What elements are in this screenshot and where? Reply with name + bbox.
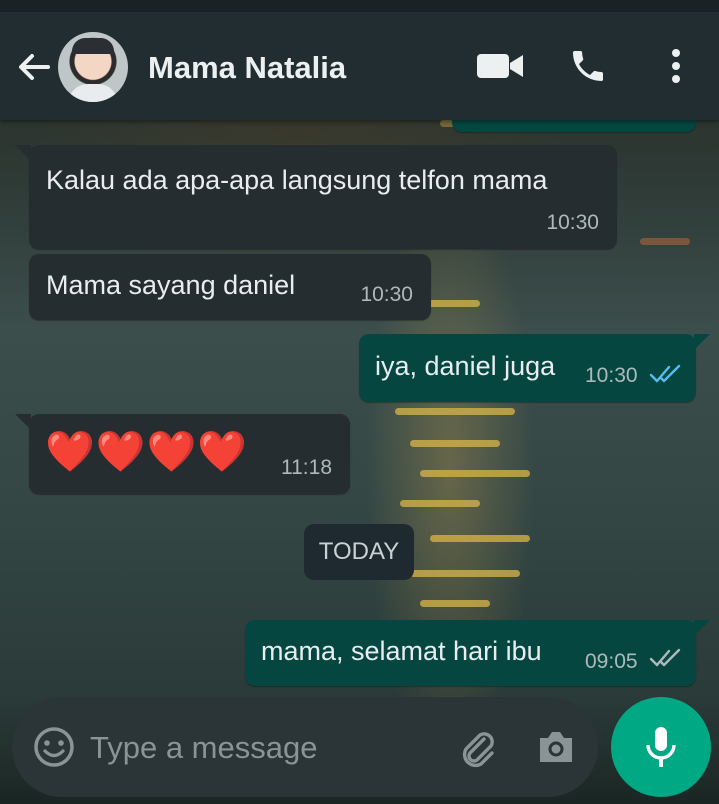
back-arrow-icon[interactable] bbox=[14, 47, 54, 87]
chat-header: Mama Natalia bbox=[0, 12, 719, 120]
mic-icon bbox=[646, 727, 676, 767]
message-time: 11:18 bbox=[281, 456, 332, 479]
emoji-icon[interactable] bbox=[32, 725, 76, 769]
message-bubble-incoming[interactable]: ❤️❤️❤️❤️ 11:18 bbox=[15, 414, 350, 494]
avatar[interactable] bbox=[58, 32, 128, 102]
message-time: 10:30 bbox=[546, 211, 599, 234]
camera-icon[interactable] bbox=[534, 725, 578, 769]
message-text: iya, daniel juga bbox=[375, 351, 556, 381]
message-text: ❤️❤️❤️❤️ bbox=[45, 430, 249, 474]
message-bubble-outgoing[interactable]: iya, daniel juga 10:30 bbox=[359, 334, 710, 402]
message-bubble-incoming[interactable]: Mama sayang daniel 10:30 bbox=[29, 254, 431, 320]
more-options-icon[interactable] bbox=[650, 44, 702, 88]
date-separator: TODAY bbox=[304, 524, 414, 580]
message-bubble-incoming[interactable]: Kalau ada apa-apa langsung telfon mama 1… bbox=[15, 145, 617, 249]
message-time: 09:05 bbox=[585, 650, 638, 673]
message-text: Mama sayang daniel bbox=[46, 270, 296, 300]
video-call-icon[interactable] bbox=[474, 44, 526, 88]
message-text: mama, selamat hari ibu bbox=[261, 636, 542, 666]
message-input[interactable] bbox=[88, 719, 432, 777]
message-composer bbox=[12, 697, 598, 797]
status-bar bbox=[0, 0, 719, 12]
phone-icon[interactable] bbox=[562, 44, 614, 88]
message-bubble-outgoing[interactable]: mama, selamat hari ibu 09:05 bbox=[245, 620, 710, 686]
mic-button[interactable] bbox=[611, 697, 711, 797]
message-time: 10:30 bbox=[360, 283, 413, 306]
delivered-receipt-icon bbox=[649, 648, 681, 667]
contact-name[interactable]: Mama Natalia bbox=[148, 50, 346, 86]
message-text: Kalau ada apa-apa langsung telfon mama bbox=[46, 165, 548, 195]
message-time: 10:30 bbox=[585, 364, 638, 387]
attach-icon[interactable] bbox=[454, 725, 498, 769]
read-receipt-icon bbox=[649, 364, 681, 383]
